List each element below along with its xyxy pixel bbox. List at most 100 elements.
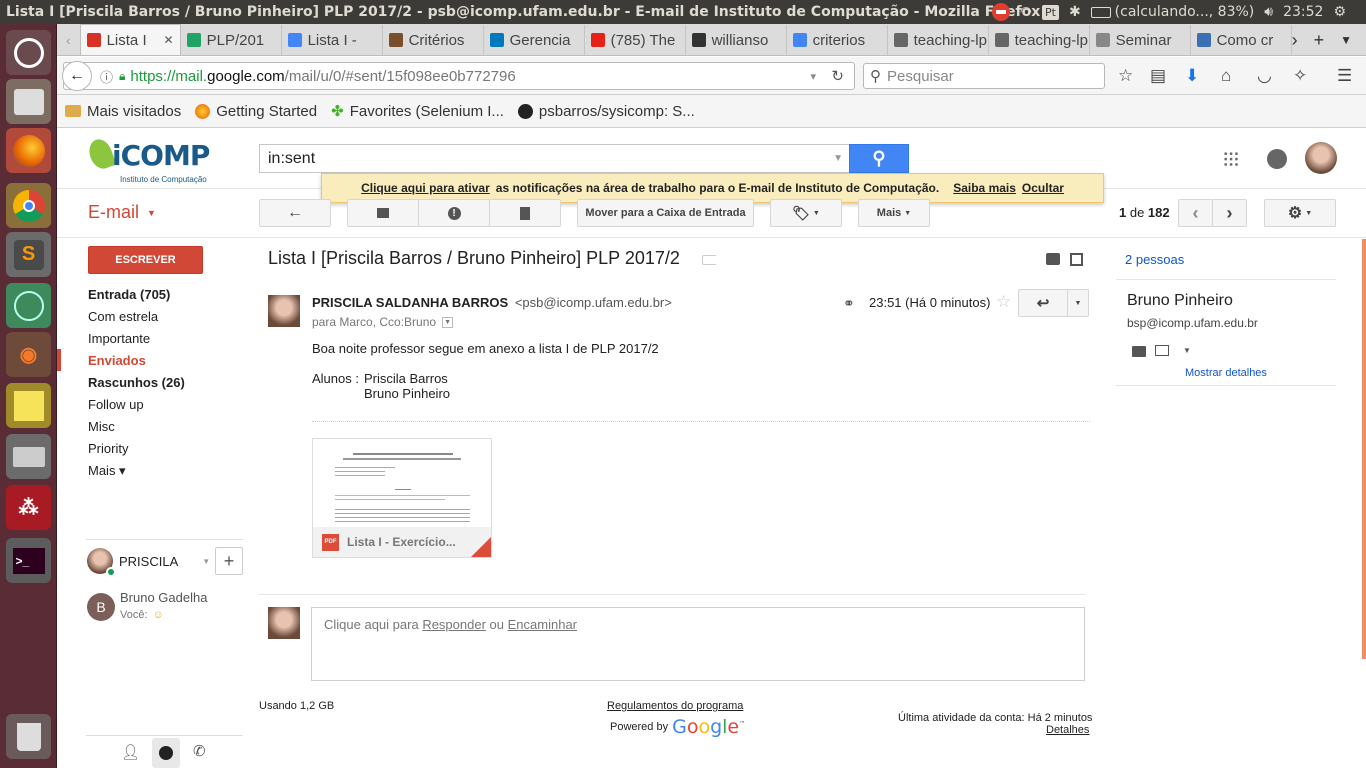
mail-search-input[interactable]: in:sent ▼ — [259, 144, 850, 173]
extension-icon[interactable]: ✧ — [1293, 66, 1307, 86]
browser-tab[interactable]: criterios — [787, 25, 888, 55]
search-options-dropdown-icon[interactable]: ▼ — [833, 153, 843, 164]
print-icon[interactable] — [1046, 253, 1060, 265]
pocket-icon[interactable]: ◡ — [1257, 66, 1272, 86]
star-icon[interactable]: ☆ — [996, 292, 1011, 312]
mendeley-icon[interactable]: ⁂ — [6, 485, 51, 530]
icomp-logo[interactable]: iCOMP Instituto de Computação — [85, 135, 230, 187]
program-policies-link[interactable]: Regulamentos do programa — [607, 700, 743, 712]
delete-button[interactable] — [489, 199, 561, 227]
show-details-dropdown-icon[interactable]: ▼ — [442, 316, 454, 328]
nav-item[interactable]: Mais ▾ — [88, 463, 126, 479]
keyboard-layout-indicator[interactable]: Pt — [1041, 4, 1059, 20]
browser-tab[interactable]: Seminar — [1090, 25, 1191, 55]
browser-tab[interactable]: Como cr — [1191, 25, 1292, 55]
more-actions-button[interactable]: Mais ▼ — [858, 199, 930, 227]
bookmark-most-visited[interactable]: Mais visitados — [65, 103, 181, 120]
browser-tab[interactable]: teaching-lp — [888, 25, 989, 55]
learn-more-link[interactable]: Saiba mais — [953, 181, 1016, 195]
chevron-down-icon[interactable]: ▼ — [202, 557, 210, 566]
hangouts-user[interactable]: PRISCILA ▼ — [87, 547, 217, 577]
quick-reply-box[interactable]: Clique aqui para Responder ou Encaminhar — [311, 607, 1085, 681]
email-envelope-icon[interactable] — [1155, 345, 1169, 356]
home-icon[interactable]: ⌂ — [1221, 66, 1231, 86]
atom-icon[interactable] — [6, 283, 51, 328]
new-conversation-button[interactable]: + — [215, 547, 243, 575]
browser-tab[interactable]: teaching-lp — [989, 25, 1090, 55]
hangouts-contact[interactable]: B Bruno Gadelha Você: ☺ — [87, 589, 247, 625]
nav-item[interactable]: Importante — [88, 331, 150, 346]
browser-tab[interactable]: Lista I ✕ — [79, 24, 181, 55]
report-spam-button[interactable]: ! — [418, 199, 490, 227]
apps-grid-icon[interactable] — [1223, 151, 1239, 167]
new-tab-icon[interactable]: + — [1314, 30, 1325, 51]
trash-icon[interactable] — [6, 714, 51, 759]
browser-tab[interactable]: (785) The — [585, 25, 686, 55]
url-text[interactable]: https://mail.google.com/mail/u/0/#sent/1… — [130, 68, 515, 85]
archive-button[interactable] — [347, 199, 419, 227]
activity-details-link[interactable]: Detalhes — [1046, 724, 1089, 736]
notifications-bell-icon[interactable] — [1267, 149, 1287, 169]
bookmark-sysicomp[interactable]: psbarros/sysicomp: S... — [517, 103, 695, 120]
blender-icon[interactable]: ◉ — [6, 332, 51, 377]
bluetooth-icon[interactable]: ✱ — [1069, 4, 1081, 20]
battery-status[interactable]: (calculando..., 83%) — [1115, 4, 1255, 20]
sticky-notes-icon[interactable] — [6, 383, 51, 428]
back-arrow-icon[interactable]: ← — [62, 61, 92, 91]
page-scrollbar[interactable] — [1362, 239, 1366, 659]
browser-tab[interactable]: Critérios — [383, 25, 484, 55]
enable-notifications-link[interactable]: Clique aqui para ativar — [361, 181, 490, 195]
tabs-scroll-left-icon[interactable]: ‹ — [57, 25, 80, 55]
terminal-icon[interactable]: >_ — [6, 538, 51, 583]
hide-banner-link[interactable]: Ocultar — [1022, 181, 1064, 195]
firefox-icon[interactable] — [6, 128, 51, 173]
ubuntu-dash-icon[interactable] — [6, 30, 51, 75]
wifi-icon[interactable]: ◠ — [1020, 4, 1032, 20]
hamburger-menu-icon[interactable]: ☰ — [1337, 66, 1352, 86]
importance-marker-icon[interactable] — [702, 255, 716, 265]
browser-search-input[interactable]: ⚲ Pesquisar — [863, 63, 1105, 89]
url-bar[interactable]: ← ⓘ 🔒︎ https://mail.google.com/mail/u/0/… — [62, 61, 855, 91]
browser-tab[interactable]: willianso — [686, 25, 787, 55]
nav-item[interactable]: Rascunhos (26) — [88, 375, 185, 390]
older-button[interactable]: › — [1212, 199, 1247, 227]
bookmark-getting-started[interactable]: Getting Started — [195, 103, 317, 120]
close-tab-icon[interactable]: ✕ — [164, 33, 174, 47]
clock[interactable]: 23:52 — [1283, 4, 1323, 20]
battery-icon[interactable] — [1090, 6, 1111, 18]
people-count[interactable]: 2 pessoas — [1125, 252, 1184, 267]
contacts-person-icon[interactable]: 👤︎ — [121, 743, 140, 761]
volume-icon[interactable]: 🔊︎ — [1264, 4, 1273, 20]
sublime-text-icon[interactable]: S — [6, 232, 51, 277]
show-details-link[interactable]: Mostrar detalhes — [1185, 367, 1267, 379]
bookmark-favorites-selenium[interactable]: ✤ Favorites (Selenium I... — [331, 102, 504, 121]
site-info-icon[interactable]: ⓘ — [100, 67, 113, 86]
chrome-icon[interactable] — [6, 183, 51, 228]
power-icon[interactable] — [991, 3, 1010, 21]
back-to-sent-button[interactable]: ← — [259, 199, 331, 227]
browser-tab[interactable]: Lista I - — [282, 25, 383, 55]
reading-list-icon[interactable]: ▤ — [1150, 66, 1166, 86]
open-new-window-icon[interactable] — [1070, 253, 1083, 266]
browser-tab[interactable]: Gerencia — [484, 25, 585, 55]
url-dropdown-icon[interactable]: ▾ — [810, 70, 816, 83]
compose-button[interactable]: ESCREVER — [88, 246, 203, 274]
contact-card-icon[interactable] — [1132, 346, 1146, 357]
labels-button[interactable]: 🏷︎ ▼ — [770, 199, 842, 227]
nav-item[interactable]: Misc — [88, 419, 115, 434]
email-app-switcher[interactable]: E-mail ▼ — [88, 202, 156, 223]
bookmark-star-icon[interactable]: ☆ — [1118, 66, 1133, 86]
forward-link[interactable]: Encaminhar — [508, 617, 577, 632]
mail-search-button[interactable]: ⚲ — [849, 144, 909, 173]
more-message-actions-button[interactable]: ▼ — [1067, 289, 1089, 317]
nav-item[interactable]: Follow up — [88, 397, 144, 412]
chevron-down-icon[interactable]: ▼ — [1183, 346, 1191, 355]
files-icon[interactable] — [6, 79, 51, 124]
nav-item[interactable]: Enviados — [88, 353, 146, 368]
browser-tab[interactable]: PLP/201 — [181, 25, 282, 55]
nav-item[interactable]: Entrada (705) — [88, 287, 170, 302]
settings-button[interactable]: ⚙ ▼ — [1264, 199, 1336, 227]
newer-button[interactable]: ‹ — [1178, 199, 1213, 227]
scanner-icon[interactable] — [6, 434, 51, 479]
tabs-scroll-right-icon[interactable]: › — [1292, 30, 1298, 51]
